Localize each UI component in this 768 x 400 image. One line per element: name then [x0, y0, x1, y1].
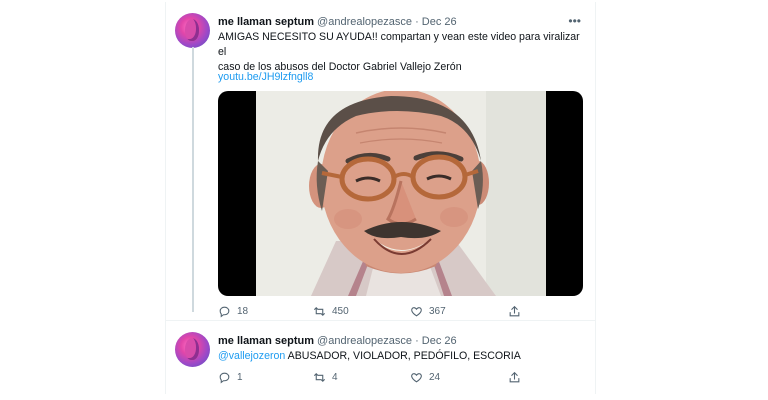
avatar[interactable] — [175, 332, 210, 367]
avatar[interactable] — [175, 13, 210, 48]
like-button[interactable]: 24 — [410, 371, 440, 384]
man-portrait-image — [256, 91, 546, 296]
reply-button[interactable]: 1 — [218, 371, 243, 384]
tweet-date[interactable]: Dec 26 — [422, 335, 457, 347]
retweet-icon — [314, 373, 325, 382]
reply-count: 18 — [237, 306, 249, 317]
tweet-header: me llaman septum @andrealopezasce · Dec … — [218, 335, 457, 347]
separator-dot: · — [415, 335, 419, 347]
tweet-text-body: ABUSADOR, VIOLADOR, PEDÓFILO, ESCORIA — [285, 350, 521, 362]
tweet-actions: 18 450 367 — [218, 305, 568, 321]
tweet-actions: 1 4 24 — [218, 371, 568, 387]
heart-icon — [411, 373, 422, 383]
more-icon[interactable]: ••• — [568, 14, 581, 28]
retweet-button[interactable]: 4 — [313, 371, 338, 384]
tweet-text: @vallejozeron ABUSADOR, VIOLADOR, PEDÓFI… — [218, 349, 588, 364]
like-count: 24 — [429, 372, 441, 383]
retweet-icon — [314, 307, 325, 316]
reply-button[interactable]: 18 — [218, 305, 248, 318]
tweet[interactable]: me llaman septum @andrealopezasce · Dec … — [166, 321, 595, 393]
tweet-date[interactable]: Dec 26 — [422, 16, 457, 28]
video-thumbnail[interactable] — [218, 91, 583, 296]
share-icon — [509, 371, 520, 383]
reply-icon — [219, 372, 230, 384]
separator-dot: · — [415, 16, 419, 28]
tweet[interactable]: me llaman septum @andrealopezasce · Dec … — [166, 2, 595, 321]
like-button[interactable]: 367 — [410, 305, 446, 318]
tweet-text: AMIGAS NECESITO SU AYUDA!! compartan y v… — [218, 30, 588, 75]
share-button[interactable] — [508, 371, 521, 384]
display-name[interactable]: me llaman septum — [218, 335, 314, 347]
retweet-count: 4 — [332, 372, 338, 383]
display-name[interactable]: me llaman septum — [218, 16, 314, 28]
handle[interactable]: @andrealopezasce — [317, 335, 412, 347]
mention-link[interactable]: @vallejozeron — [218, 350, 285, 362]
like-count: 367 — [429, 306, 446, 317]
retweet-button[interactable]: 450 — [313, 305, 349, 318]
retweet-count: 450 — [332, 306, 349, 317]
tweet-header: me llaman septum @andrealopezasce · Dec … — [218, 16, 457, 28]
share-icon — [509, 305, 520, 317]
tweet-link[interactable]: youtu.be/JH9lzfngll8 — [218, 70, 588, 85]
tweet-thread: me llaman septum @andrealopezasce · Dec … — [165, 2, 596, 394]
handle[interactable]: @andrealopezasce — [317, 16, 412, 28]
thread-connector-line — [192, 47, 194, 312]
heart-icon — [411, 307, 422, 317]
tweet-text-line: AMIGAS NECESITO SU AYUDA!! compartan y v… — [218, 31, 580, 58]
video-frame — [256, 91, 546, 296]
reply-count: 1 — [237, 372, 243, 383]
share-button[interactable] — [508, 305, 521, 318]
reply-icon — [219, 306, 230, 318]
